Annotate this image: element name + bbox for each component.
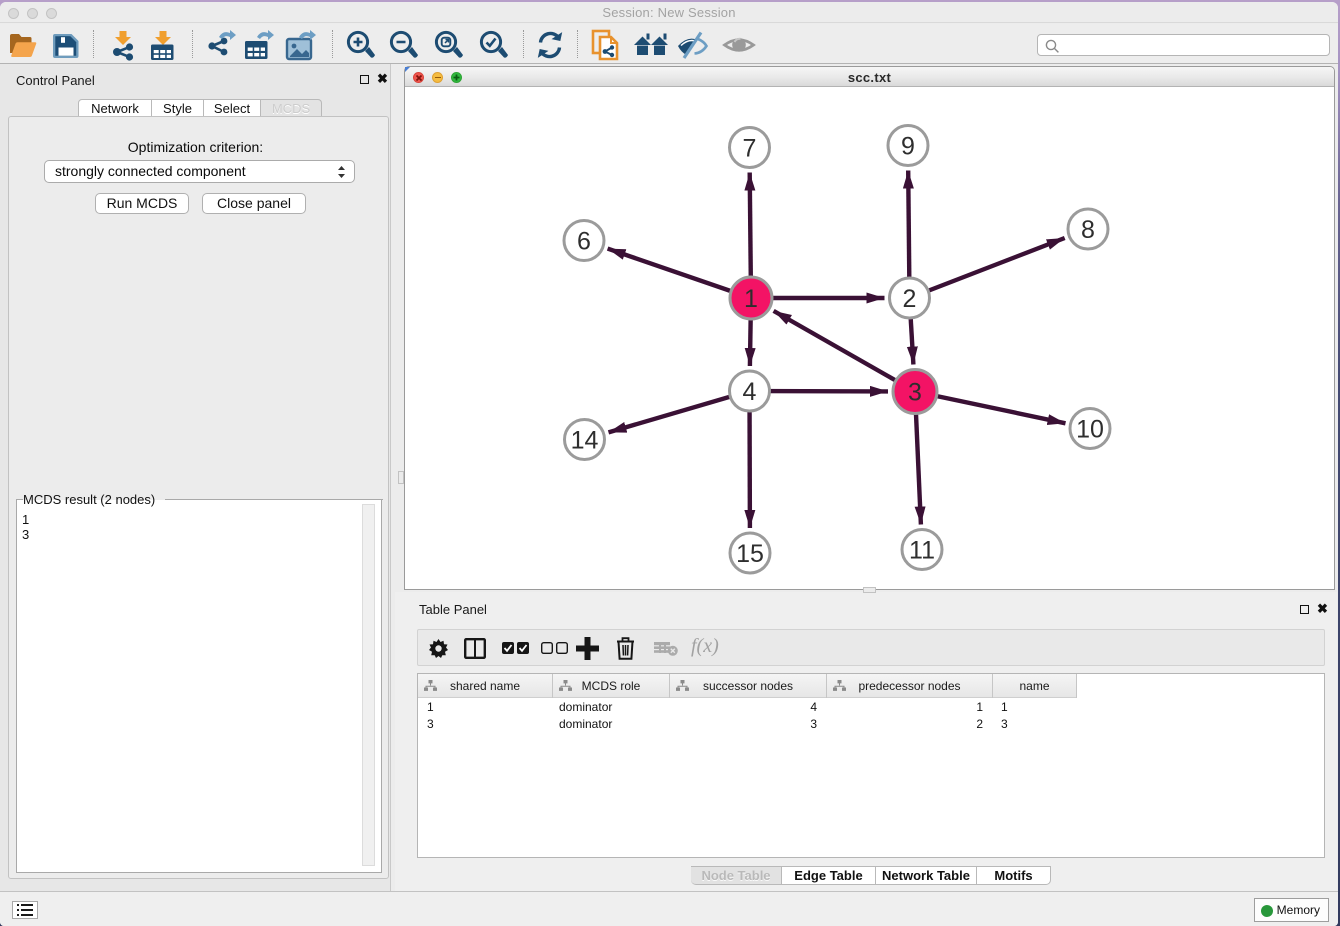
- svg-text:4: 4: [743, 378, 757, 406]
- svg-text:14: 14: [571, 427, 599, 455]
- svg-text:9: 9: [901, 133, 915, 161]
- svg-text:7: 7: [743, 135, 757, 163]
- svg-text:15: 15: [736, 540, 764, 568]
- svg-text:6: 6: [577, 228, 591, 256]
- svg-text:8: 8: [1081, 216, 1095, 244]
- svg-text:1: 1: [744, 285, 758, 313]
- svg-text:10: 10: [1076, 416, 1104, 444]
- svg-text:11: 11: [909, 537, 935, 565]
- svg-text:3: 3: [908, 379, 922, 407]
- svg-text:2: 2: [903, 285, 917, 313]
